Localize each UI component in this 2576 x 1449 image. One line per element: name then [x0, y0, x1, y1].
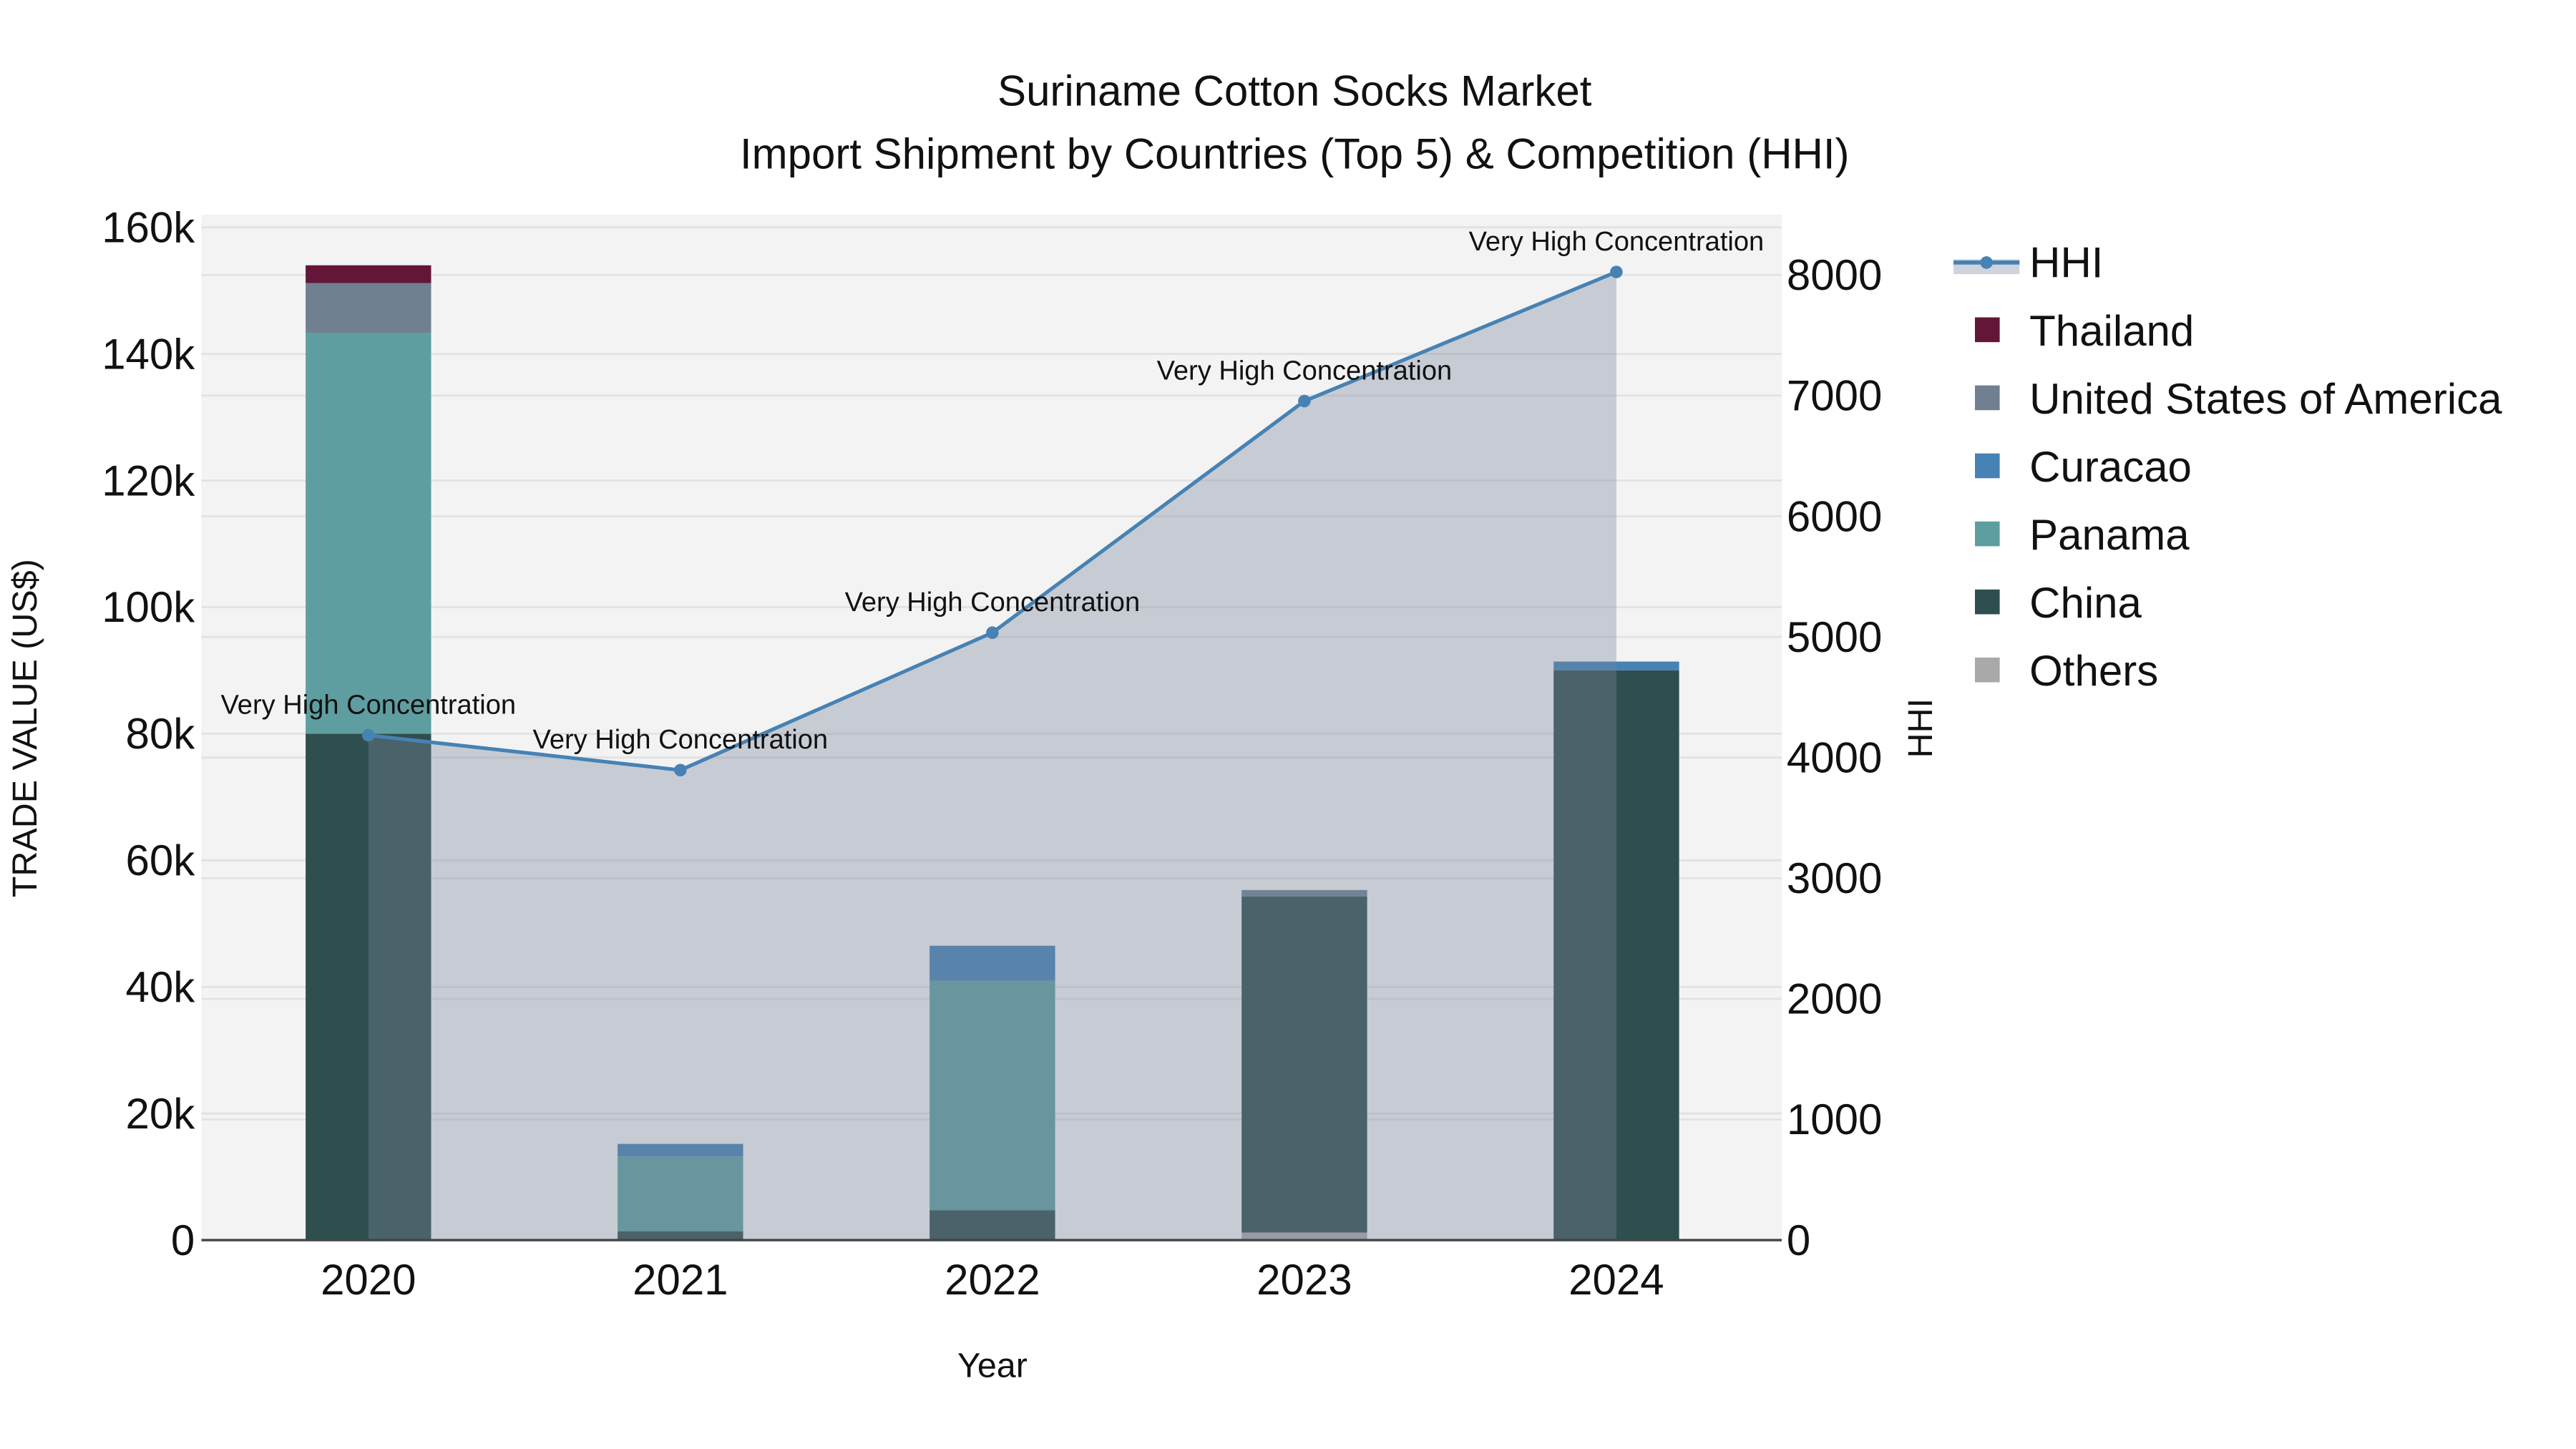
- legend-swatch-china: [1975, 589, 2000, 615]
- legend-swatch-thailand: [1975, 317, 2000, 343]
- chart-subtitle: Import Shipment by Countries (Top 5) & C…: [740, 130, 1850, 177]
- legend-label-others: Others: [2029, 647, 2158, 695]
- legend-label-united-states-of-america: United States of America: [2029, 375, 2502, 423]
- legend-swatch-panama: [1975, 521, 2000, 547]
- chart-title: Suriname Cotton Socks Market: [997, 67, 1592, 115]
- legend: HHI Thailand United States of America Curac…: [1953, 239, 2502, 695]
- legend-swatch-curacao: [1975, 453, 2000, 479]
- y2-tick-label: 5000: [1787, 613, 1882, 661]
- legend-label-thailand: Thailand: [2029, 307, 2194, 355]
- y-tick-label: 40k: [126, 963, 196, 1011]
- x-tick-label: 2023: [1257, 1256, 1352, 1304]
- y2-tick-label: 1000: [1787, 1096, 1882, 1143]
- x-tick-label: 2022: [945, 1256, 1040, 1304]
- y-tick-label: 60k: [126, 836, 196, 884]
- y2-axis-ticks: 0 1000 2000 3000 4000 5000 6000 7000 8000: [1787, 251, 1882, 1264]
- x-tick-label: 2021: [633, 1256, 728, 1304]
- legend-label-hhi: HHI: [2029, 239, 2103, 287]
- legend-label-china: China: [2029, 579, 2142, 627]
- legend-swatch-others: [1975, 657, 2000, 683]
- y2-tick-label: 0: [1787, 1216, 1810, 1264]
- y-tick-label: 160k: [102, 203, 195, 251]
- y-tick-label: 100k: [102, 583, 195, 631]
- legend-swatch-united-states-of-america: [1975, 385, 2000, 411]
- legend-label-panama: Panama: [2029, 511, 2190, 559]
- y2-tick-label: 4000: [1787, 733, 1882, 781]
- y2-tick-label: 7000: [1787, 372, 1882, 420]
- legend-label-curacao: Curacao: [2029, 443, 2192, 491]
- y-axis-ticks: 0 20k 40k 60k 80k 100k 120k 140k 160k: [102, 203, 195, 1264]
- hhi-annotation: Very High Concentration: [1469, 227, 1765, 257]
- y2-tick-label: 8000: [1787, 251, 1882, 299]
- hhi-annotation: Very High Concentration: [1157, 356, 1453, 386]
- x-axis-label: Year: [957, 1347, 1028, 1385]
- bar-thailand-2020: [306, 265, 431, 283]
- hhi-point: [674, 763, 687, 776]
- y-tick-label: 0: [171, 1216, 195, 1264]
- y-tick-label: 80k: [126, 710, 196, 758]
- hhi-point: [1610, 265, 1623, 278]
- x-tick-label: 2024: [1568, 1256, 1664, 1304]
- hhi-point: [986, 626, 999, 639]
- bar-panama-2020: [306, 333, 431, 734]
- legend-swatch-hhi-marker: [1980, 256, 1993, 269]
- y-tick-label: 120k: [102, 457, 195, 504]
- y-tick-label: 140k: [102, 330, 195, 378]
- y2-tick-label: 2000: [1787, 975, 1882, 1023]
- hhi-point: [362, 728, 375, 742]
- hhi-point: [1298, 394, 1311, 408]
- hhi-annotation: Very High Concentration: [533, 725, 829, 755]
- y2-axis-label: HHI: [1901, 698, 1940, 758]
- x-tick-label: 2020: [321, 1256, 416, 1304]
- x-axis-ticks: 2020 2021 2022 2023 2024: [321, 1256, 1664, 1304]
- hhi-annotation: Very High Concentration: [845, 587, 1141, 618]
- y2-tick-label: 3000: [1787, 854, 1882, 902]
- hhi-annotation: Very High Concentration: [221, 690, 517, 720]
- chart: Suriname Cotton Socks Market Import Ship…: [6, 67, 2502, 1385]
- bar-united-states-of-america-2020: [306, 283, 431, 333]
- y-axis-label: TRADE VALUE (US$): [6, 559, 44, 897]
- y2-tick-label: 6000: [1787, 492, 1882, 540]
- y-tick-label: 20k: [126, 1090, 196, 1138]
